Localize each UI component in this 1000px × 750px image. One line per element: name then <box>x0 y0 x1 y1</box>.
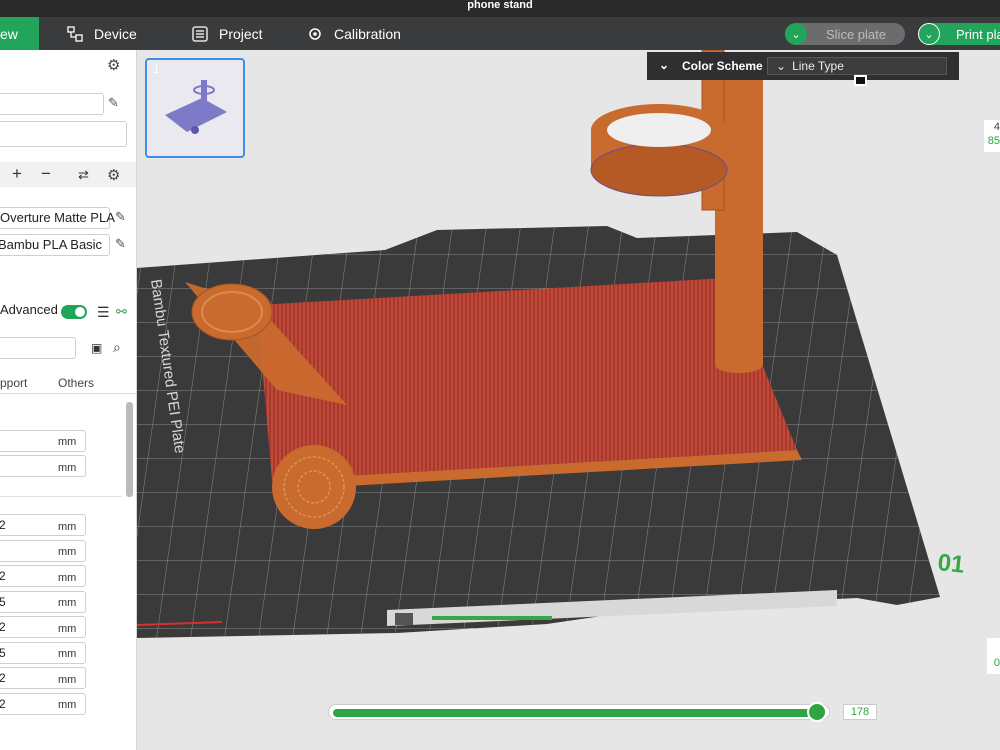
tab-preview-label: ew <box>0 25 18 42</box>
color-scheme-dropdown[interactable]: ⌄ Line Type <box>767 57 947 75</box>
unit-label: mm <box>58 674 77 686</box>
tab-support[interactable]: pport <box>0 376 27 390</box>
print-plate-control: ⌄ Print pla <box>918 23 1000 45</box>
tab-calibration-label: Calibration <box>334 25 401 42</box>
tab-project[interactable]: Project <box>191 17 263 50</box>
unit-label: mm <box>58 521 77 533</box>
filament-1-select[interactable]: Overture Matte PLA <box>0 207 115 229</box>
layer-slider-fill <box>333 709 819 717</box>
gear-icon[interactable]: ⚙ <box>107 56 120 74</box>
layer-slider-handle[interactable] <box>807 702 827 722</box>
scene-canvas: Bambu Textured PEI Plate 01 <box>137 50 966 638</box>
bottom-layer-readout: 0 <box>987 638 1000 674</box>
add-icon[interactable]: + <box>12 164 22 184</box>
device-icon <box>67 25 83 42</box>
plate-type-field[interactable] <box>0 121 127 147</box>
window-title-bar: phone stand <box>0 0 1000 17</box>
section-divider <box>0 496 122 497</box>
list-view-icon[interactable]: ☰ <box>97 304 110 321</box>
unit-label: mm <box>58 436 77 448</box>
tab-calibration[interactable]: Calibration <box>306 17 401 50</box>
tab-device-label: Device <box>94 25 137 42</box>
unit-label: mm <box>58 462 77 474</box>
calibration-icon <box>309 27 321 40</box>
tab-divider <box>0 393 136 394</box>
plate-number: 1 <box>153 62 160 76</box>
tab-project-label: Project <box>219 25 263 42</box>
filament-gear-icon[interactable]: ⚙ <box>107 166 120 184</box>
filament-2-edit-icon[interactable]: ✎ <box>115 236 126 252</box>
chevron-down-icon: ⌄ <box>776 59 787 73</box>
filament-1-edit-icon[interactable]: ✎ <box>115 209 126 225</box>
search-icon[interactable]: ⌕ <box>113 339 121 356</box>
tab-device[interactable]: Device <box>66 17 137 50</box>
plate-thumbnail-image <box>165 80 227 134</box>
layer-value: 178 <box>843 704 877 720</box>
preview-viewport[interactable]: Bambu Textured PEI Plate 01 1 ⌄ Color Sc… <box>137 50 1000 750</box>
advanced-label: Advanced <box>0 302 58 317</box>
filament-2-select[interactable]: Bambu PLA Basic <box>0 234 110 256</box>
bed-number: 01 <box>936 549 965 579</box>
print-plate-button[interactable]: Print pla <box>940 27 1000 42</box>
plate-thumbnail[interactable]: 1 <box>145 58 245 158</box>
sync-icon[interactable]: ⇄ <box>78 167 89 183</box>
top-layer-height: 85 <box>987 135 1000 147</box>
sidebar-scrollbar[interactable] <box>126 402 133 497</box>
color-scheme-panel: ⌄ Color Scheme ⌄ Line Type <box>647 52 959 80</box>
compare-icon[interactable]: ⚯ <box>116 304 127 320</box>
settings-sidebar: ⚙ ✎ + − ⇄ ⚙ Overture Matte PLA ✎ Bambu P… <box>0 50 137 750</box>
handle-marker[interactable] <box>854 75 867 86</box>
unit-label: mm <box>58 546 77 558</box>
unit-label: mm <box>58 597 77 609</box>
slice-dropdown-arrow[interactable]: ⌄ <box>785 23 807 45</box>
color-scheme-label: Color Scheme <box>682 59 763 73</box>
project-icon <box>192 25 208 42</box>
tab-others[interactable]: Others <box>58 376 94 390</box>
remove-icon[interactable]: − <box>41 164 51 184</box>
printer-field[interactable] <box>0 93 104 115</box>
slice-plate-button[interactable]: Slice plate <box>807 27 905 42</box>
save-icon[interactable]: ▣ <box>91 341 102 355</box>
print-dropdown-arrow[interactable]: ⌄ <box>918 23 940 45</box>
unit-label: mm <box>58 572 77 584</box>
collapse-icon[interactable]: ⌄ <box>659 58 669 72</box>
advanced-toggle[interactable] <box>61 305 87 319</box>
color-scheme-value: Line Type <box>792 59 844 73</box>
top-layer-index: 4 <box>993 121 1000 133</box>
unit-label: mm <box>58 648 77 660</box>
slice-plate-control: ⌄ Slice plate <box>785 23 905 45</box>
tab-preview[interactable]: ew <box>0 17 39 50</box>
top-toolbar: ew Device Project Calibration ⌄ Slice pl… <box>0 17 1000 50</box>
top-layer-readout: 4 85 <box>984 120 1000 152</box>
unit-label: mm <box>58 623 77 635</box>
search-input[interactable] <box>0 337 76 359</box>
layer-slider[interactable] <box>329 702 829 722</box>
edit-icon[interactable]: ✎ <box>108 95 119 111</box>
window-title: phone stand <box>467 0 533 11</box>
unit-label: mm <box>58 699 77 711</box>
